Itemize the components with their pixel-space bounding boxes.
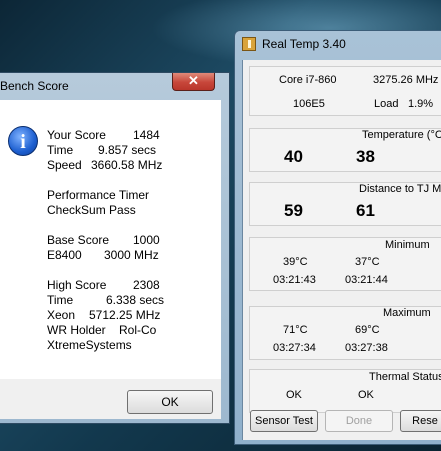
realtemp-app-icon [242, 37, 256, 51]
minimum-panel: Minimum 39°C 37°C 03:21:43 03:21:44 [249, 237, 441, 291]
minimum-label: Minimum [385, 239, 430, 251]
ok-button[interactable]: OK [127, 390, 213, 414]
sensor-test-button[interactable]: Sensor Test [250, 410, 318, 432]
speed-value: 3660.58 MHz [91, 158, 163, 172]
max-time-core0: 03:27:34 [273, 342, 316, 354]
thermal-status-panel: Thermal Status OK OK [249, 369, 441, 413]
cpuid: 106E5 [293, 98, 325, 110]
temp-core0: 40 [284, 147, 303, 166]
high-frequency: 5712.25 MHz [89, 308, 161, 322]
close-button[interactable]: ✕ [172, 73, 215, 91]
cpu-frequency: 3275.26 MHz [373, 74, 439, 86]
maximum-panel: Maximum 71°C 69°C 03:27:34 03:27:38 [249, 306, 441, 360]
done-button: Done [325, 410, 393, 432]
close-icon: ✕ [188, 73, 199, 88]
maximum-label: Maximum [383, 307, 431, 319]
distance-panel: Distance to TJ Max 59 61 [249, 182, 441, 226]
thermal-status-core0: OK [286, 389, 302, 401]
max-temp-core0: 71°C [283, 324, 308, 336]
realtemp-title: Real Temp 3.40 [262, 37, 346, 51]
high-time-value: 6.338 secs [106, 293, 165, 307]
temperature-panel: Temperature (°C) 40 38 [249, 128, 441, 172]
wr-holder-label: WR Holder [47, 323, 106, 337]
load-label: Load [374, 98, 399, 110]
thermal-status-core1: OK [358, 389, 374, 401]
max-time-core1: 03:27:38 [345, 342, 388, 354]
temp-core1: 38 [356, 147, 375, 166]
thermal-status-label: Thermal Status [369, 371, 441, 383]
high-score-label: High Score [47, 278, 107, 292]
high-score-value: 2308 [133, 278, 160, 292]
min-temp-core0: 39°C [283, 256, 308, 268]
your-score-label: Your Score [47, 128, 106, 142]
info-icon: i [8, 126, 38, 156]
base-score-value: 1000 [133, 233, 160, 247]
reset-button[interactable]: Rese [400, 410, 441, 432]
cpu-model: Core i7-860 [279, 74, 337, 86]
time-value: 9.857 secs [98, 143, 157, 157]
base-cpu: E8400 [47, 248, 82, 262]
temperature-label: Temperature (°C) [362, 129, 441, 141]
cpu-info-panel: Core i7-860 3275.26 MHz 106E5 Load 1.9% [249, 66, 441, 116]
base-score-label: Base Score [47, 233, 110, 247]
time-label: Time [47, 143, 74, 157]
distance-label: Distance to TJ Max [359, 183, 441, 195]
load-value: 1.9% [408, 98, 434, 110]
dist-core1: 61 [356, 201, 375, 220]
realtemp-client-area: Core i7-860 3275.26 MHz 106E5 Load 1.9% … [242, 60, 441, 440]
max-temp-core1: 69°C [355, 324, 380, 336]
min-temp-core1: 37°C [355, 256, 380, 268]
high-cpu: Xeon [47, 308, 76, 322]
performance-timer: Performance Timer [47, 188, 150, 202]
realtemp-window[interactable]: Real Temp 3.40 Core i7-860 3275.26 MHz 1… [234, 30, 441, 445]
high-time-label: Time [47, 293, 74, 307]
speed-label: Speed [47, 158, 82, 172]
base-frequency: 3000 MHz [104, 248, 159, 262]
checksum-status: CheckSum Pass [47, 203, 136, 217]
xtremesystems-text: XtremeSystems [47, 338, 132, 352]
wr-holder-name: Rol-Co [119, 323, 157, 337]
bench-score-title: Bench Score [0, 79, 69, 93]
min-time-core1: 03:21:44 [345, 274, 388, 286]
min-time-core0: 03:21:43 [273, 274, 316, 286]
your-score-value: 1484 [133, 128, 160, 142]
dist-core0: 59 [284, 201, 303, 220]
